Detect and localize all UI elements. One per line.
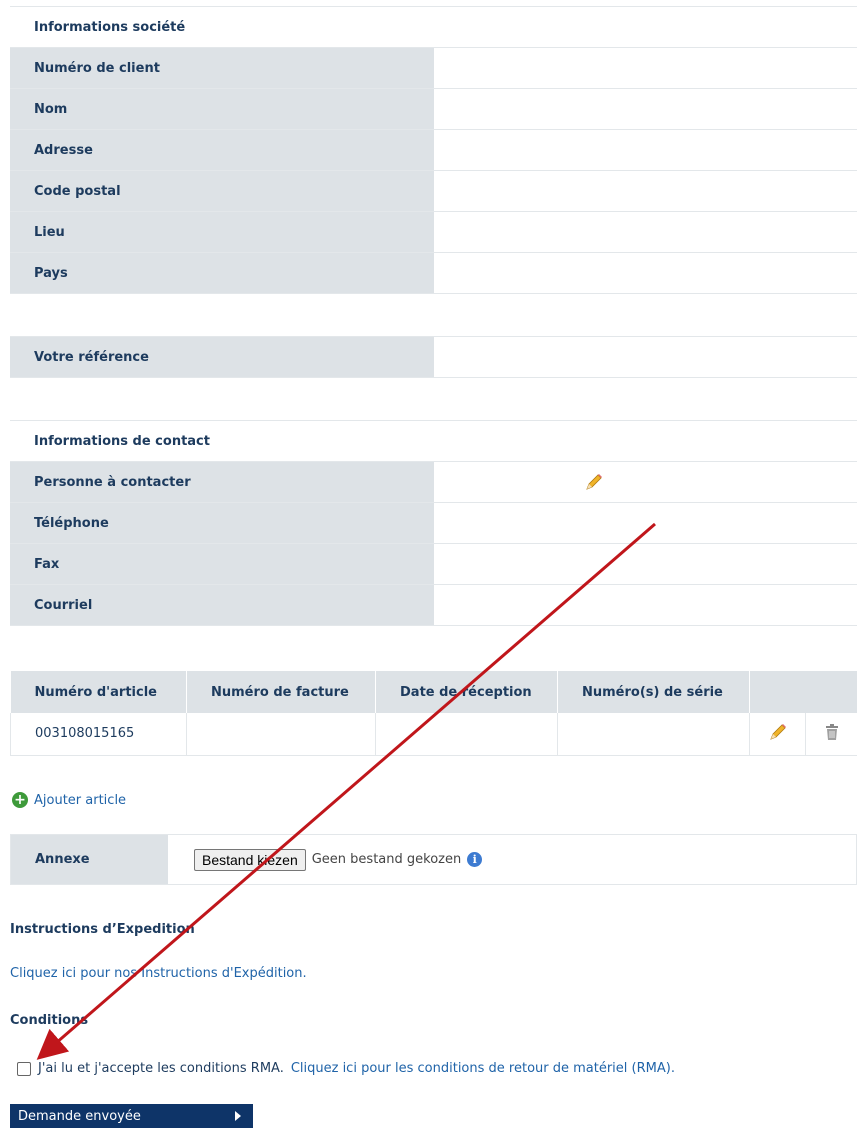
- shipping-instructions-link[interactable]: Cliquez ici pour nos Instructions d'Expé…: [10, 966, 307, 981]
- fax-value: [433, 543, 857, 585]
- trash-icon: [824, 723, 840, 745]
- postal-code-label: Code postal: [10, 170, 434, 212]
- company-section-title: Informations société: [10, 6, 857, 48]
- contact-person-label: Personne à contacter: [10, 461, 434, 503]
- phone-label: Téléphone: [10, 502, 434, 544]
- country-value: [433, 252, 857, 294]
- submit-request-button[interactable]: Demande envoyée: [10, 1104, 253, 1128]
- city-label: Lieu: [10, 211, 434, 253]
- info-icon[interactable]: i: [467, 852, 483, 867]
- add-article-label: Ajouter article: [34, 792, 127, 808]
- annex-label: Annexe: [11, 835, 168, 884]
- phone-value: [433, 502, 857, 544]
- col-article-number: Numéro d'article: [10, 671, 187, 713]
- article-number-cell: 003108015165: [10, 713, 187, 756]
- plus-circle-icon: +: [12, 792, 28, 808]
- conditions-heading: Conditions: [10, 1013, 89, 1028]
- col-actions: [749, 671, 857, 713]
- address-label: Adresse: [10, 129, 434, 171]
- postal-code-value: [433, 170, 857, 212]
- fax-label: Fax: [10, 543, 434, 585]
- play-icon: [235, 1111, 241, 1121]
- your-reference-label: Votre référence: [10, 336, 434, 378]
- col-serial-numbers: Numéro(s) de série: [557, 671, 750, 713]
- rma-conditions-link[interactable]: Cliquez ici pour les conditions de retou…: [291, 1061, 675, 1076]
- delete-row-button[interactable]: [805, 713, 857, 756]
- annex-value: Bestand kiezen Geen bestand gekozen i: [168, 835, 856, 884]
- accept-conditions-text: J'ai lu et j'accepte les conditions RMA.: [38, 1061, 284, 1076]
- file-status-text: Geen bestand gekozen: [311, 852, 462, 867]
- pencil-icon: [768, 723, 788, 746]
- choose-file-button[interactable]: Bestand kiezen: [194, 848, 306, 871]
- table-row: 003108015165: [10, 713, 857, 756]
- name-value: [433, 88, 857, 130]
- annex-row: Annexe Bestand kiezen Geen bestand gekoz…: [10, 834, 857, 885]
- accept-conditions-row: J'ai lu et j'accepte les conditions RMA.…: [17, 1061, 675, 1076]
- serial-number-cell: [557, 713, 750, 756]
- invoice-number-cell: [186, 713, 376, 756]
- client-number-label: Numéro de client: [10, 47, 434, 89]
- pencil-icon[interactable]: [584, 472, 604, 492]
- submit-request-label: Demande envoyée: [18, 1108, 141, 1124]
- accept-conditions-checkbox[interactable]: [17, 1061, 31, 1076]
- contact-section-title: Informations de contact: [10, 420, 857, 462]
- shipping-heading: Instructions d’Expedition: [10, 922, 195, 937]
- client-number-value: [433, 47, 857, 89]
- spacer-row: [10, 293, 857, 337]
- email-label: Courriel: [10, 584, 434, 626]
- edit-row-button[interactable]: [749, 713, 806, 756]
- city-value: [433, 211, 857, 253]
- col-receipt-date: Date de réception: [375, 671, 558, 713]
- your-reference-value: [433, 336, 857, 378]
- country-label: Pays: [10, 252, 434, 294]
- contact-person-value: [433, 461, 857, 503]
- receipt-date-cell: [375, 713, 558, 756]
- name-label: Nom: [10, 88, 434, 130]
- address-value: [433, 129, 857, 171]
- col-invoice-number: Numéro de facture: [186, 671, 376, 713]
- articles-table: Numéro d'article Numéro de facture Date …: [10, 671, 857, 756]
- spacer-row: [10, 377, 857, 421]
- add-article-link[interactable]: + Ajouter article: [12, 792, 126, 808]
- email-value: [433, 584, 857, 626]
- company-info-table: Informations société Numéro de client No…: [10, 6, 857, 626]
